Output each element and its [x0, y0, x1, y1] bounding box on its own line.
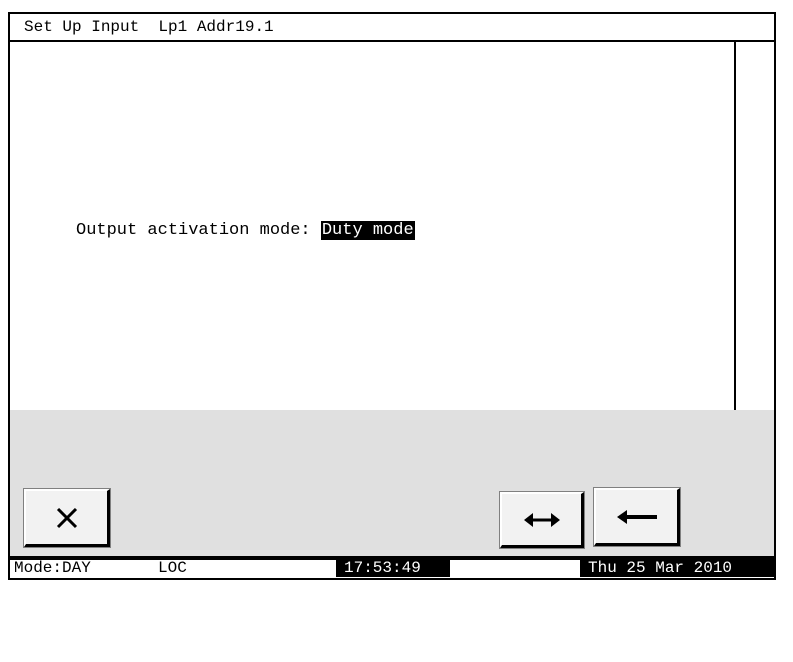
back-button[interactable] [593, 487, 681, 547]
status-mode: Mode:DAY [14, 559, 91, 577]
toggle-button[interactable] [499, 491, 585, 549]
output-activation-row: Output activation mode: Duty mode [76, 220, 415, 242]
output-activation-label: Output activation mode: [76, 221, 321, 240]
status-loc: LOC [158, 559, 187, 577]
screen-frame: Set Up Input Lp1 Addr19.1 Output activat… [8, 12, 776, 580]
left-right-arrow-icon [522, 510, 562, 530]
status-bar: Mode:DAY LOC 17:53:49 Thu 25 Mar 2010 [10, 556, 776, 578]
window-title: Set Up Input Lp1 Addr19.1 [10, 14, 774, 42]
back-arrow-icon [615, 507, 659, 527]
status-date: Thu 25 Mar 2010 [580, 560, 776, 577]
cancel-button[interactable] [23, 488, 111, 548]
status-time: 17:53:49 [336, 560, 450, 577]
close-icon [54, 505, 80, 531]
output-activation-value[interactable]: Duty mode [320, 221, 415, 240]
button-area [10, 410, 774, 560]
content-panel: Output activation mode: Duty mode [10, 42, 736, 410]
